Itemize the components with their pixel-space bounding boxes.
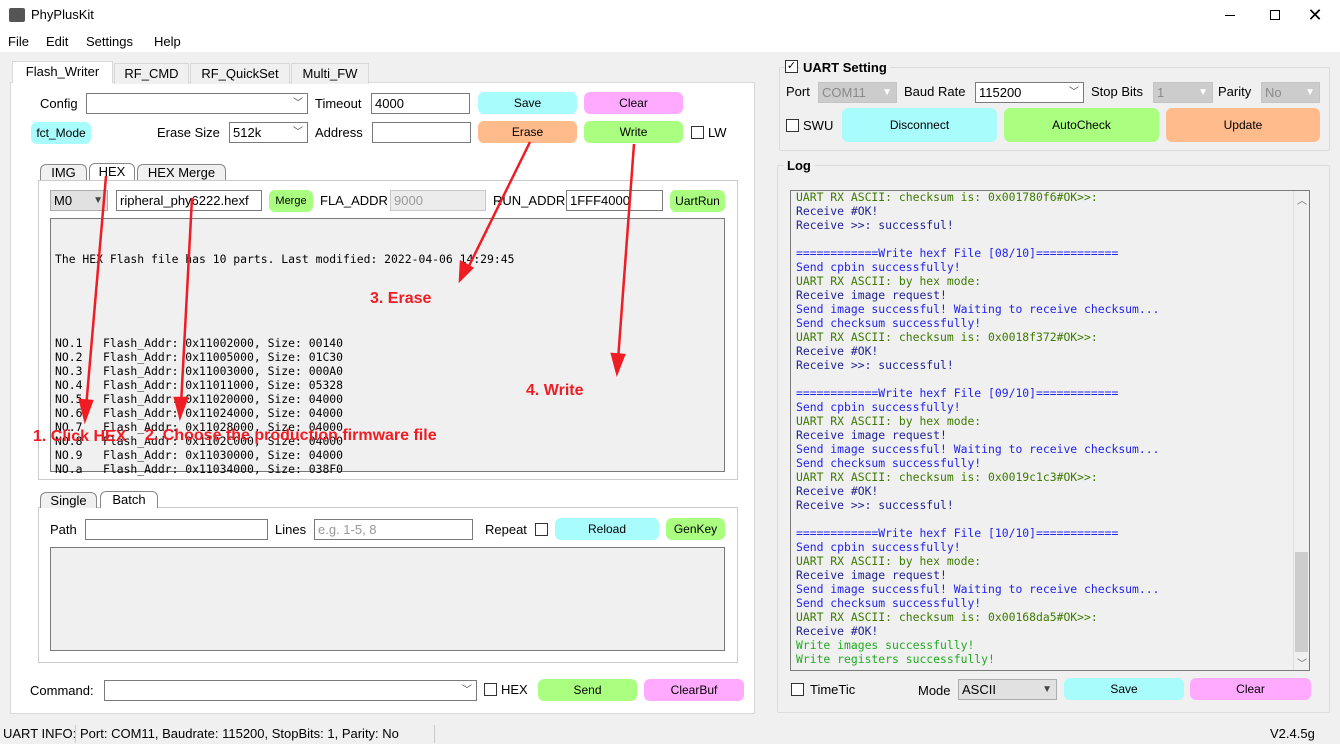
annotation-arrows [78, 141, 636, 425]
annotation-write: 4. Write [526, 382, 584, 399]
arrow-click-hex [84, 175, 108, 409]
arrowhead-icon [173, 396, 189, 422]
annotation-erase: 3. Erase [370, 290, 432, 307]
annotation-choose-file: 2. Choose the production firmware file [145, 427, 437, 444]
arrow-write [616, 143, 636, 361]
arrow-erase [466, 141, 532, 269]
annotation-click-hex: 1. Click HEX [33, 428, 127, 445]
arrowhead-icon [610, 352, 626, 378]
arrow-choose-file [179, 197, 194, 406]
arrowhead-icon [78, 398, 94, 425]
